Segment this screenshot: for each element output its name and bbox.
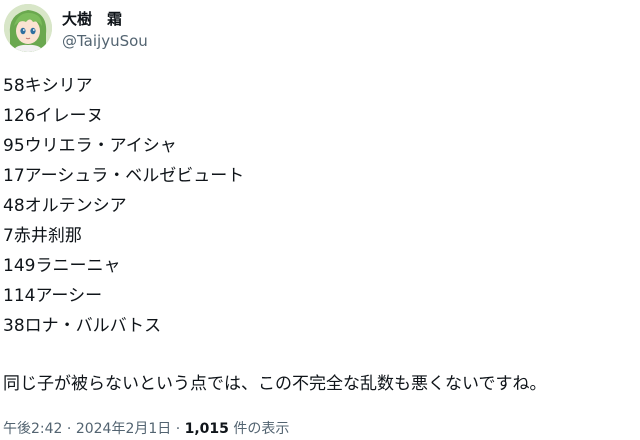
meta-separator: · bbox=[175, 421, 181, 437]
tweet-line: 7赤井刹那 bbox=[3, 226, 82, 246]
tweet-comment: 同じ子が被らないという点では、この不完全な乱数も悪くないですね。 bbox=[3, 374, 547, 394]
avatar[interactable] bbox=[4, 4, 52, 52]
tweet-line: 149ラニーニャ bbox=[3, 256, 121, 276]
tweet-date[interactable]: 2024年2月1日 bbox=[76, 421, 171, 437]
meta-separator: · bbox=[66, 421, 72, 437]
views-count: 1,015 bbox=[184, 421, 229, 437]
tweet-meta: 午後2:42 · 2024年2月1日 · 1,015 件の表示 bbox=[3, 420, 289, 438]
tweet-line: 95ウリエラ・アイシャ bbox=[3, 136, 177, 156]
tweet-line: 38ロナ・バルバトス bbox=[3, 316, 162, 336]
user-handle[interactable]: @TaijyuSou bbox=[62, 32, 148, 50]
tweet-header: 大樹 霜 @TaijyuSou bbox=[0, 0, 640, 60]
tweet-text: 58キシリア 126イレーヌ 95ウリエラ・アイシャ 17アーシュラ・ベルゼビュ… bbox=[3, 71, 637, 341]
views-label: 件の表示 bbox=[233, 421, 290, 437]
tweet-line: 58キシリア bbox=[3, 76, 93, 96]
tweet-line: 114アーシー bbox=[3, 286, 103, 306]
tweet-line: 48オルテンシア bbox=[3, 196, 127, 216]
tweet-line: 126イレーヌ bbox=[3, 106, 104, 126]
tweet-time[interactable]: 午後2:42 bbox=[3, 421, 62, 437]
tweet-line: 17アーシュラ・ベルゼビュート bbox=[3, 166, 245, 186]
display-name[interactable]: 大樹 霜 bbox=[62, 8, 122, 29]
anime-character-avatar-icon bbox=[4, 4, 52, 52]
